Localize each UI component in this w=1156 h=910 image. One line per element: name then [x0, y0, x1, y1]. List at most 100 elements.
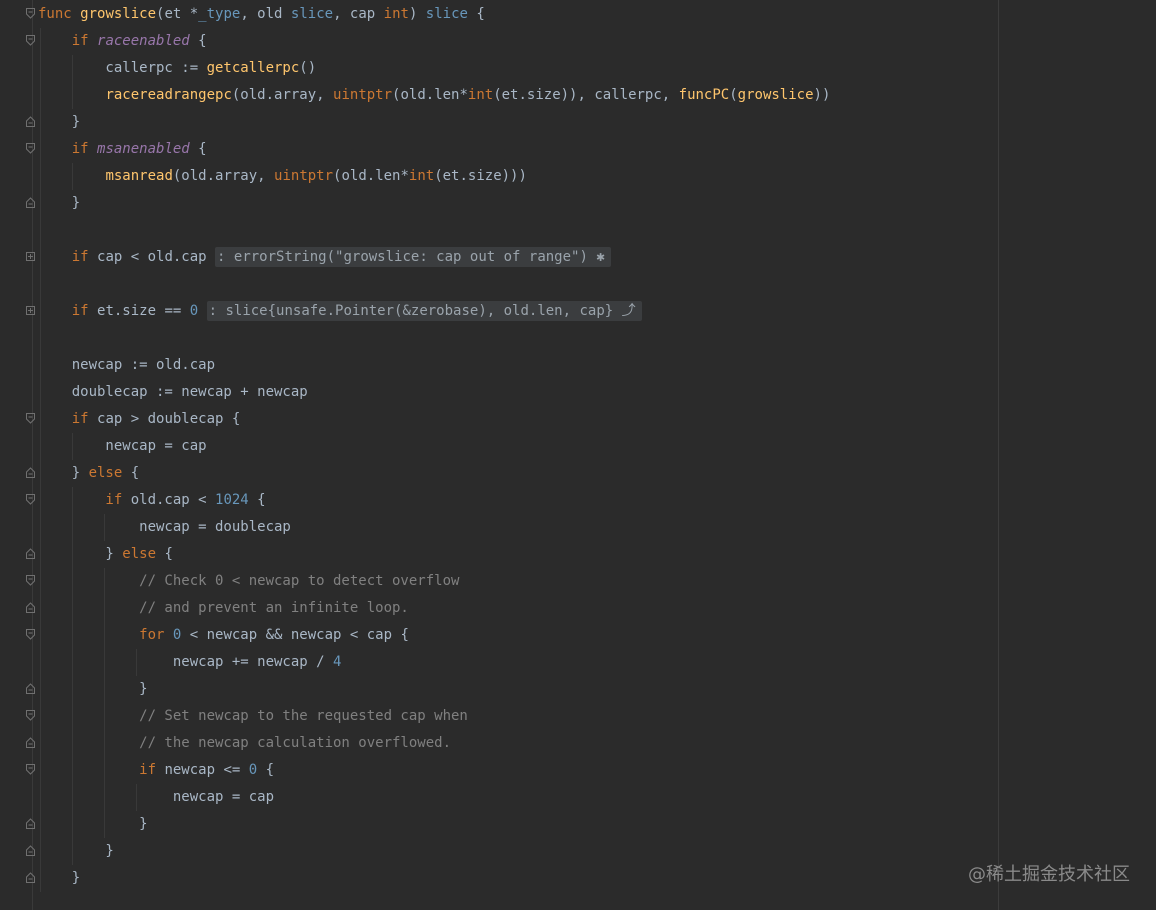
fold-icon[interactable]: [26, 683, 35, 694]
code-token: if: [38, 762, 165, 778]
fold-icon[interactable]: [26, 548, 35, 559]
code-token: // the newcap calculation overflowed.: [38, 735, 452, 751]
code-line[interactable]: if et.size == 0 : slice{unsafe.Pointer(&…: [0, 298, 990, 325]
code-token: (old.len*: [333, 168, 409, 184]
code-token: ): [408, 6, 426, 22]
fold-icon[interactable]: [26, 116, 35, 127]
code-text: // and prevent an infinite loop.: [38, 595, 409, 622]
code-token: if: [38, 492, 131, 508]
code-token: (old.array,: [172, 168, 275, 184]
code-text: for 0 < newcap && newcap < cap {: [38, 622, 409, 649]
code-token: (): [299, 60, 317, 76]
code-line[interactable]: newcap = cap: [0, 433, 990, 460]
fold-icon[interactable]: [26, 737, 35, 748]
fold-icon[interactable]: [26, 872, 35, 883]
indent-guide: [72, 487, 73, 865]
code-line[interactable]: }: [0, 676, 990, 703]
code-text: if raceenabled {: [38, 28, 207, 55]
code-token: uintptr: [274, 168, 334, 184]
code-token: }: [38, 870, 81, 886]
code-token: int: [408, 168, 435, 184]
code-token: et.size ==: [97, 303, 190, 319]
code-line[interactable]: for 0 < newcap && newcap < cap {: [0, 622, 990, 649]
fold-icon[interactable]: [26, 629, 35, 640]
indent-guide: [136, 784, 137, 811]
code-line[interactable]: newcap += newcap / 4: [0, 649, 990, 676]
code-token: }: [38, 816, 148, 832]
code-line[interactable]: if raceenabled {: [0, 28, 990, 55]
code-line[interactable]: [0, 271, 990, 298]
fold-icon[interactable]: [26, 710, 35, 721]
code-text: }: [38, 838, 114, 865]
code-line[interactable]: // the newcap calculation overflowed.: [0, 730, 990, 757]
code-line[interactable]: } else {: [0, 541, 990, 568]
code-line[interactable]: [0, 217, 990, 244]
code-line[interactable]: }: [0, 190, 990, 217]
code-line[interactable]: if cap < old.cap : errorString("growslic…: [0, 244, 990, 271]
indent-guide: [136, 649, 137, 676]
code-text: if cap < old.cap : errorString("growslic…: [38, 244, 611, 271]
code-line[interactable]: // Set newcap to the requested cap when: [0, 703, 990, 730]
expand-fold-icon[interactable]: [26, 251, 35, 262]
code-token: }: [38, 843, 114, 859]
fold-icon[interactable]: [26, 575, 35, 586]
code-token: if: [38, 411, 98, 427]
fold-icon[interactable]: [26, 197, 35, 208]
code-line[interactable]: } else {: [0, 460, 990, 487]
expand-fold-icon[interactable]: [26, 305, 35, 316]
code-text: if cap > doublecap {: [38, 406, 241, 433]
code-line[interactable]: msanread(old.array, uintptr(old.len*int(…: [0, 163, 990, 190]
right-margin-guide: [998, 0, 999, 910]
code-line[interactable]: newcap = doublecap: [0, 514, 990, 541]
code-line[interactable]: func growslice(et *_type, old slice, cap…: [0, 1, 990, 28]
code-token: // Check 0 < newcap to detect overflow: [38, 573, 460, 589]
code-token: if: [38, 303, 98, 319]
code-line[interactable]: newcap = cap: [0, 784, 990, 811]
code-token: {: [189, 141, 207, 157]
fold-icon[interactable]: [26, 143, 35, 154]
fold-icon[interactable]: [26, 764, 35, 775]
fold-icon[interactable]: [26, 845, 35, 856]
code-line[interactable]: }: [0, 838, 990, 865]
code-line[interactable]: // Check 0 < newcap to detect overflow: [0, 568, 990, 595]
code-line[interactable]: }: [0, 865, 990, 892]
fold-icon[interactable]: [26, 602, 35, 613]
fold-icon[interactable]: [26, 8, 35, 19]
code-text: }: [38, 190, 80, 217]
code-token: int: [467, 87, 494, 103]
code-text: }: [38, 811, 148, 838]
code-text: callerpc := getcallerpc(): [38, 55, 316, 82]
code-text: // Check 0 < newcap to detect overflow: [38, 568, 459, 595]
code-line[interactable]: doublecap := newcap + newcap: [0, 379, 990, 406]
code-token: }: [38, 114, 81, 130]
code-token: if: [38, 249, 98, 265]
code-line[interactable]: }: [0, 811, 990, 838]
code-line[interactable]: if old.cap < 1024 {: [0, 487, 990, 514]
indent-guide: [104, 514, 105, 541]
code-line[interactable]: if msanenabled {: [0, 136, 990, 163]
code-line[interactable]: // and prevent an infinite loop.: [0, 595, 990, 622]
code-line[interactable]: callerpc := getcallerpc(): [0, 55, 990, 82]
code-token: slice: [425, 6, 468, 22]
code-line[interactable]: newcap := old.cap: [0, 352, 990, 379]
code-token: {: [189, 33, 207, 49]
fold-icon[interactable]: [26, 35, 35, 46]
folded-region-placeholder[interactable]: : slice{unsafe.Pointer(&zerobase), old.l…: [206, 301, 642, 321]
fold-icon[interactable]: [26, 467, 35, 478]
code-text: racereadrangepc(old.array, uintptr(old.l…: [38, 82, 830, 109]
fold-icon[interactable]: [26, 413, 35, 424]
code-line[interactable]: [0, 325, 990, 352]
code-editor[interactable]: func growslice(et *_type, old slice, cap…: [0, 0, 1156, 910]
folded-region-placeholder[interactable]: : errorString("growslice: cap out of ran…: [215, 247, 611, 267]
code-line[interactable]: if newcap <= 0 {: [0, 757, 990, 784]
code-line[interactable]: }: [0, 109, 990, 136]
code-token: msanenabled: [97, 141, 190, 157]
code-token: }: [38, 465, 89, 481]
code-text: }: [38, 865, 80, 892]
fold-icon[interactable]: [26, 818, 35, 829]
fold-icon[interactable]: [26, 494, 35, 505]
code-line[interactable]: if cap > doublecap {: [0, 406, 990, 433]
code-token: (old.array,: [231, 87, 334, 103]
code-line[interactable]: racereadrangepc(old.array, uintptr(old.l…: [0, 82, 990, 109]
